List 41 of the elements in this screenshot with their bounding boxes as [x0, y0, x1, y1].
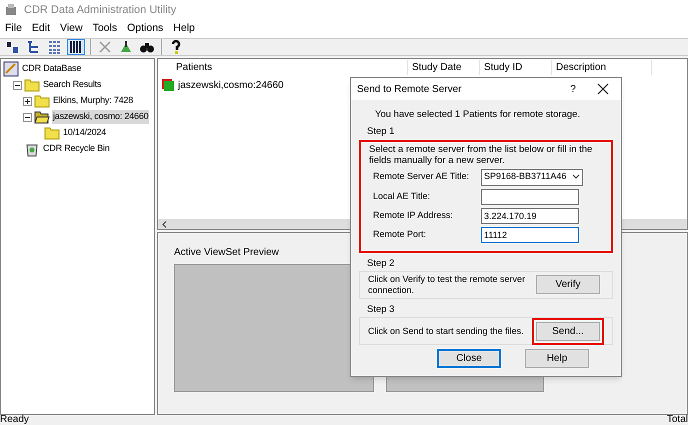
step-text: Click on Send to start sending the files. [368, 326, 525, 336]
status-text: Total [666, 415, 688, 425]
group-title: Step 3 [366, 304, 394, 315]
menu-item[interactable]: View [55, 21, 88, 37]
window-title: CDR Data Administration Utility [24, 2, 176, 18]
tree-item[interactable]: jaszewski, cosmo: 24660 [52, 110, 150, 124]
column-header[interactable]: Description [552, 60, 652, 75]
send-button[interactable]: Send... [536, 322, 600, 340]
close-button[interactable]: Close [437, 349, 501, 368]
help-button[interactable]: Help [525, 349, 589, 368]
tree-item[interactable]: 10/14/2024 [62, 126, 108, 140]
status-text: Ready [0, 415, 29, 425]
table-cell-text: jaszewski,cosmo:24660 [178, 78, 284, 92]
group-title: Step 2 [366, 258, 394, 268]
intro-text: You have selected 1 Patients for remote storage. [374, 108, 582, 122]
dialog-title: Send to Remote Server [357, 82, 462, 96]
menu-item[interactable]: Options [122, 21, 168, 37]
server-dropdown[interactable]: SP9168-BB3711A46 [481, 168, 583, 186]
step-text: Select a remote server from the list below or fill in the fields manually for a new server. [369, 144, 594, 166]
tree-item[interactable]: Elkins, Murphy: 7428 [52, 94, 134, 108]
menu-item[interactable]: File [0, 21, 27, 37]
column-header[interactable]: Study ID [480, 60, 552, 75]
input-field[interactable]: 11112 [481, 226, 579, 242]
preview-title: Active ViewSet Preview [174, 246, 279, 260]
input-field[interactable]: 3.224.170.19 [481, 208, 579, 224]
column-header[interactable]: Patients [158, 60, 408, 75]
field-label: Remote Port: [372, 228, 428, 241]
step-text: Click on Verify to test the remote server connection. [368, 274, 526, 296]
field-label: Remote IP Address: [372, 208, 454, 222]
tree-item[interactable]: CDR DataBase [21, 62, 82, 76]
tree-item[interactable]: CDR Recycle Bin [42, 142, 111, 156]
verify-button[interactable]: Verify [536, 275, 600, 294]
tree-item[interactable]: Search Results [42, 78, 102, 92]
menu-item[interactable]: Tools [88, 21, 122, 37]
field-label: Remote Server AE Title: [372, 170, 470, 184]
field-label: Local AE Title: [372, 190, 432, 203]
menu-item[interactable]: Edit [26, 21, 56, 37]
column-header[interactable]: Study Date [408, 60, 480, 75]
group-title: Step 1 [366, 126, 394, 138]
help-button[interactable]: ? [561, 82, 585, 96]
menu-item[interactable]: Help [168, 21, 200, 37]
